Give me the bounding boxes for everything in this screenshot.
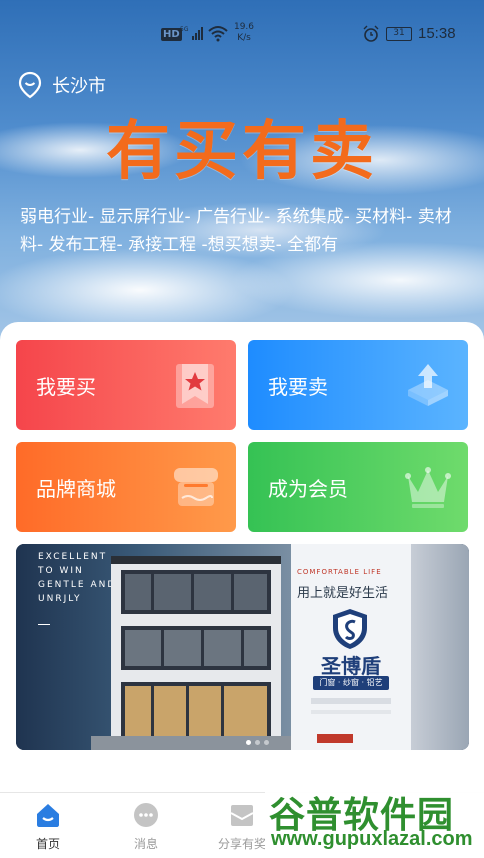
become-member-label: 成为会员 <box>268 476 348 501</box>
location-label: 长沙市 <box>52 76 106 97</box>
buy-button[interactable]: 我要买 <box>16 340 236 430</box>
gift-box-icon <box>230 805 254 826</box>
banner-decor-line <box>311 698 391 704</box>
battery-icon: 31 <box>386 27 412 41</box>
banner-brand-name: 圣博盾 <box>321 654 381 678</box>
brand-mall-label: 品牌商城 <box>36 476 116 501</box>
hd-badge: HD <box>161 28 182 41</box>
message-icon <box>134 803 158 827</box>
building-illustration <box>91 556 291 750</box>
hero-title: 有买有卖 <box>106 115 378 189</box>
banner-ad-panel: COMFORTABLE LIFE 用上就是好生活 圣博盾 门窗 · 纱窗 · 铝… <box>291 544 411 750</box>
bookmark-star-icon <box>176 364 214 408</box>
become-member-button[interactable]: 成为会员 <box>248 442 468 532</box>
banner-edge-panel <box>411 544 469 750</box>
buy-label: 我要买 <box>36 374 96 399</box>
tab-messages-label: 消息 <box>133 837 158 851</box>
banner-dash <box>38 624 50 625</box>
promo-banner[interactable]: EXCELLENT TO WIN GENTLE AND UNRJLY COMFO… <box>16 544 469 750</box>
banner-decor-line <box>311 710 391 714</box>
sell-button[interactable]: 我要卖 <box>248 340 468 430</box>
banner-slogan: 用上就是好生活 <box>297 586 389 601</box>
speed-value: 19.6 <box>233 22 255 32</box>
svg-text:5G: 5G <box>180 26 189 33</box>
banner-dot-active[interactable] <box>246 740 251 745</box>
tab-messages[interactable]: 消息 <box>106 801 186 852</box>
banner-brand-sub: 门窗 · 纱窗 · 铝艺 <box>313 676 389 690</box>
sell-label: 我要卖 <box>268 374 328 399</box>
tab-home-label: 首页 <box>35 837 60 851</box>
wifi-icon <box>208 26 228 42</box>
signal-icon: 5G <box>180 26 203 40</box>
battery-level: 31 <box>393 28 405 38</box>
upload-icon <box>408 364 448 406</box>
hero-description: 弱电行业- 显示屏行业- 广告行业- 系统集成- 买材料- 卖材料- 发布工程-… <box>20 207 452 255</box>
speed-unit: K/s <box>237 33 251 43</box>
clock: 15:38 <box>418 25 456 42</box>
banner-dot[interactable] <box>255 740 260 745</box>
alarm-icon <box>363 25 379 42</box>
status-bar: HD 5G 19.6 K/s 31 15:38 <box>0 22 484 48</box>
watermark-url: www.gupuxlazal.com <box>271 828 473 850</box>
banner-comfort-text: COMFORTABLE LIFE <box>297 568 382 576</box>
banner-cta-button <box>317 734 353 743</box>
banner-dot[interactable] <box>264 740 269 745</box>
store-icon <box>174 468 218 506</box>
network-speed: 19.6 K/s <box>233 22 255 44</box>
brand-mall-button[interactable]: 品牌商城 <box>16 442 236 532</box>
shield-logo-icon <box>333 609 367 649</box>
crown-icon <box>405 467 451 508</box>
tab-home[interactable]: 首页 <box>8 801 88 852</box>
location-pin-icon <box>18 71 42 99</box>
location-selector[interactable]: 长沙市 <box>18 70 106 100</box>
watermark: 谷普软件园 www.gupuxlazal.com <box>265 780 484 858</box>
banner-pagination <box>246 740 269 745</box>
home-icon <box>37 804 59 827</box>
